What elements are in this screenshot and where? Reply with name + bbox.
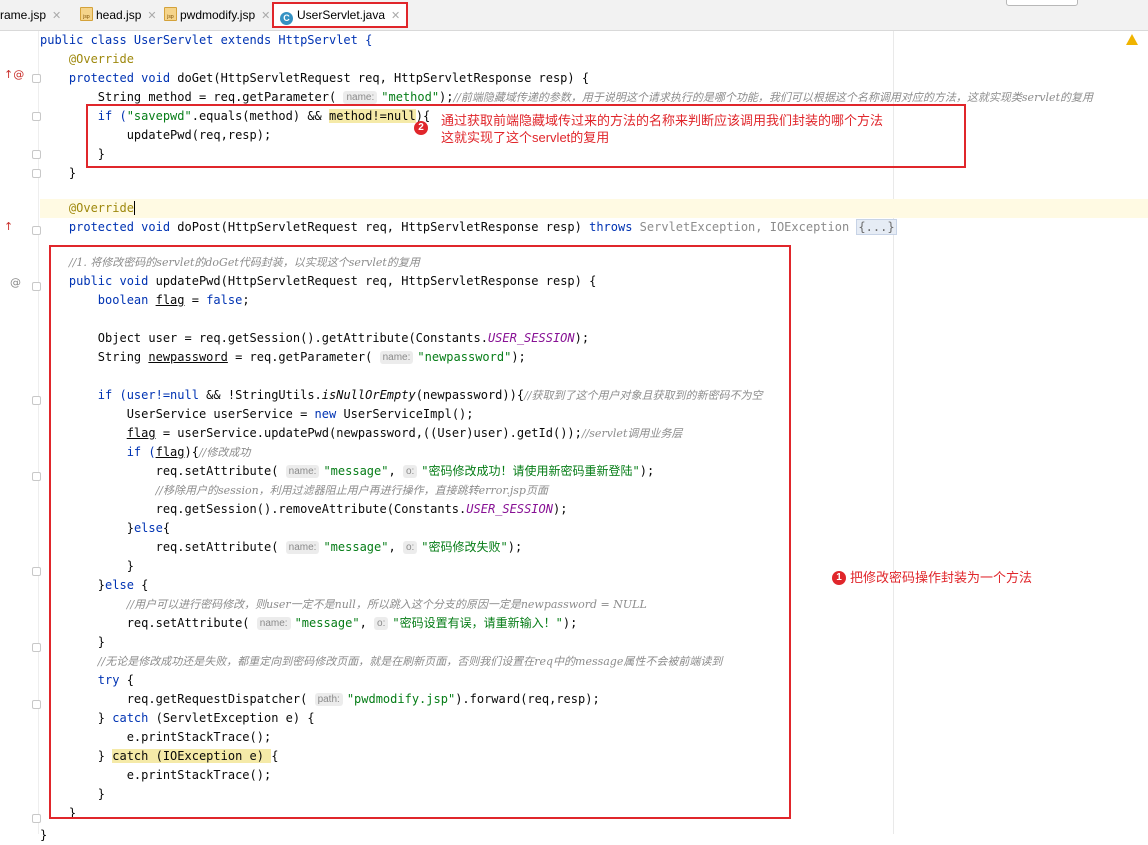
code-comment: //前端隐藏域传递的参数，用于说明这个请求执行的是哪个功能，我们可以根据这个名称… bbox=[453, 91, 1093, 104]
close-icon[interactable]: ✕ bbox=[147, 10, 156, 22]
tab-userservlet-java[interactable]: C UserServlet.java ✕ bbox=[272, 2, 409, 28]
keyword-text: throws bbox=[589, 220, 640, 234]
tab-head-jsp[interactable]: head.jsp ✕ bbox=[80, 4, 157, 26]
close-icon[interactable]: ✕ bbox=[261, 10, 270, 22]
java-class-icon: C bbox=[280, 12, 293, 25]
tab-label: head.jsp bbox=[96, 8, 142, 22]
code-text: } bbox=[68, 166, 77, 180]
code-line: public class UserServlet extends HttpSer… bbox=[40, 31, 1148, 50]
annotation-box-updatepwd bbox=[49, 245, 791, 819]
code-text: ); bbox=[439, 90, 454, 104]
tab-frame-jsp[interactable]: rame.jsp ✕ bbox=[0, 4, 61, 26]
code-line: @Override bbox=[40, 50, 1148, 69]
code-text: ServletException, IOException bbox=[639, 220, 857, 234]
annotation-text: @Override bbox=[68, 201, 134, 215]
override-marker-icon[interactable]: ↑ bbox=[4, 220, 13, 233]
annotation-badge-1: 1 bbox=[832, 571, 846, 585]
code-line-current: @Override bbox=[40, 199, 1148, 218]
annotation-note-1: 把修改密码操作封装为一个方法 bbox=[850, 570, 1033, 585]
keyword-text: protected void bbox=[68, 71, 178, 85]
class-declaration: public class UserServlet extends HttpSer… bbox=[40, 33, 373, 47]
jsp-file-icon bbox=[164, 7, 177, 21]
code-line: protected void doPost(HttpServletRequest… bbox=[40, 218, 1148, 237]
method-signature: doGet(HttpServletRequest req, HttpServle… bbox=[177, 71, 590, 85]
jsp-file-icon bbox=[80, 7, 93, 21]
annotation-note-2-line2: 这就实现了这个servlet的复用 bbox=[441, 130, 610, 145]
parameter-hint: name: bbox=[343, 91, 378, 104]
text-caret bbox=[133, 201, 135, 215]
editor-gutter: ↑@ ↑ @ bbox=[0, 31, 41, 834]
code-line: protected void doGet(HttpServletRequest … bbox=[40, 69, 1148, 88]
search-field[interactable] bbox=[1006, 0, 1078, 6]
override-marker-icon[interactable]: ↑@ bbox=[4, 68, 24, 81]
keyword-text: protected void bbox=[68, 220, 178, 234]
folded-code-marker[interactable]: {...} bbox=[856, 219, 897, 235]
string-literal: "method" bbox=[381, 90, 440, 104]
code-line: } bbox=[40, 826, 1148, 845]
tab-label: UserServlet.java bbox=[297, 8, 386, 22]
code-text: String method = req.getParameter( bbox=[97, 90, 337, 104]
method-signature: doPost(HttpServletRequest req, HttpServl… bbox=[177, 220, 590, 234]
close-icon[interactable]: ✕ bbox=[52, 10, 61, 22]
tab-pwdmodify-jsp[interactable]: pwdmodify.jsp ✕ bbox=[164, 4, 270, 26]
close-icon[interactable]: ✕ bbox=[391, 10, 400, 22]
tab-label: pwdmodify.jsp bbox=[180, 8, 256, 22]
editor-tab-bar: rame.jsp ✕ head.jsp ✕ pwdmodify.jsp ✕ C User… bbox=[0, 0, 1148, 31]
implements-marker-icon[interactable]: @ bbox=[10, 276, 21, 289]
tab-label: rame.jsp bbox=[0, 8, 47, 22]
annotation-badge-2: 2 bbox=[414, 121, 428, 135]
annotation-text: @Override bbox=[68, 52, 134, 66]
annotation-note-2-line1: 通过获取前端隐藏域传过来的方法的名称来判断应该调用我们封装的哪个方法 bbox=[441, 113, 884, 128]
code-text: } bbox=[40, 828, 48, 842]
